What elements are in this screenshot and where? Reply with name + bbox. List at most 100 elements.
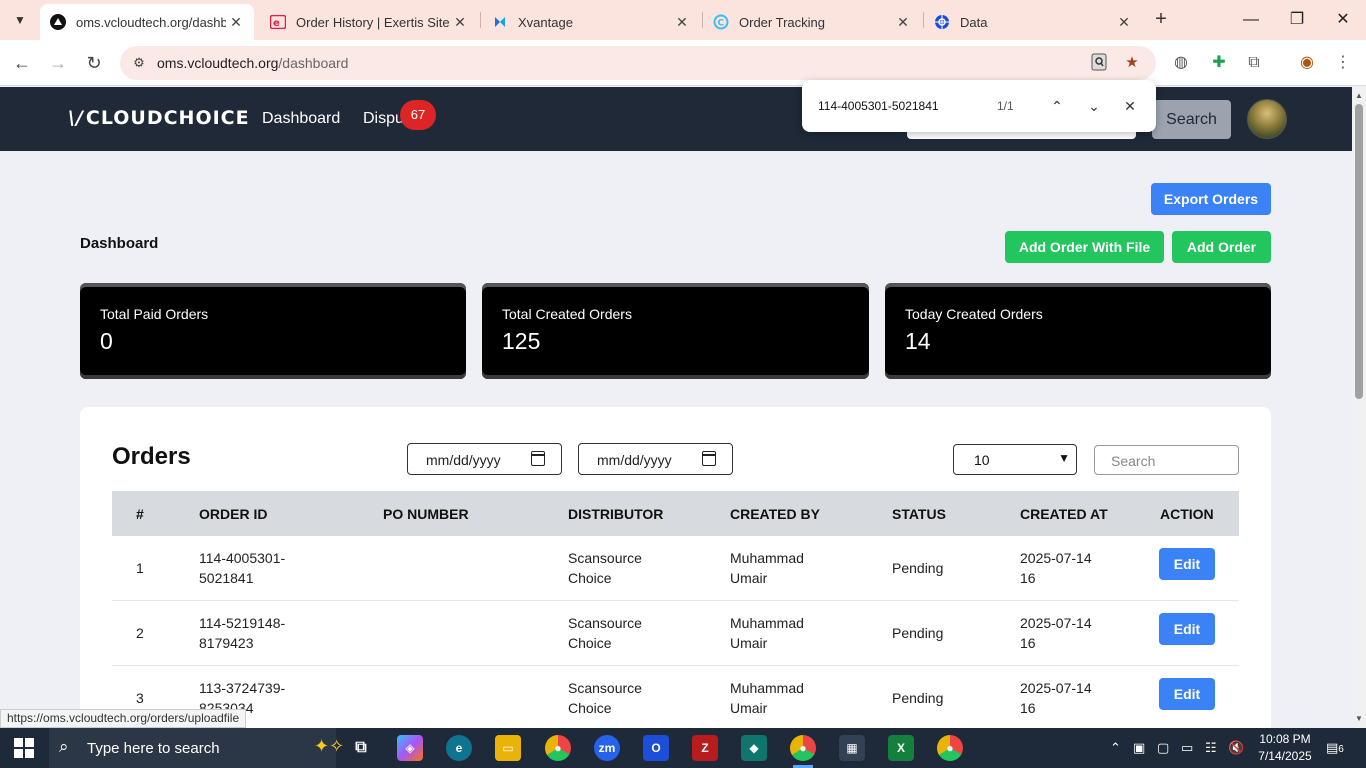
windows-start-icon[interactable] (14, 738, 34, 758)
close-icon[interactable]: ✕ (1114, 14, 1134, 31)
column-header[interactable]: PO NUMBER (383, 506, 469, 522)
browser-menu-icon[interactable]: ⋮ (1332, 52, 1354, 74)
find-in-page-icon[interactable] (1089, 53, 1109, 73)
chrome-second-icon[interactable]: ● (937, 735, 963, 761)
extension-puzzle-green-icon[interactable]: ✚ (1208, 52, 1230, 74)
chrome-icon[interactable]: ● (545, 735, 571, 761)
find-match-count: 1/1 (997, 99, 1014, 113)
disputes-count-badge: 67 (400, 100, 436, 130)
nav-dashboard[interactable]: Dashboard (262, 110, 340, 128)
task-view-icon[interactable]: ⧉ (348, 735, 374, 761)
bookmark-star-icon[interactable]: ★ (1122, 53, 1142, 73)
volume-muted-icon[interactable]: 🔇 (1228, 740, 1244, 756)
created-at: 2025-07-14 16 (1020, 550, 1092, 586)
column-header[interactable]: DISTRIBUTOR (568, 506, 663, 522)
column-header[interactable]: ORDER ID (199, 506, 267, 522)
stat-card-total-created: Total Created Orders 125 (482, 283, 869, 379)
add-order-button[interactable]: Add Order (1172, 231, 1271, 263)
battery-icon[interactable]: ▭ (1181, 740, 1193, 756)
close-icon[interactable]: ✕ (226, 14, 246, 31)
outlook-icon[interactable]: O (643, 735, 669, 761)
column-header[interactable]: CREATED AT (1020, 506, 1108, 522)
row-number: 1 (136, 560, 144, 576)
tab-oms-dashboard[interactable]: oms.vcloudtech.org/dashboa ✕ (40, 4, 254, 40)
tab-order-history[interactable]: e Order History | Exertis Site ✕ (260, 4, 478, 40)
tab-search-icon[interactable]: ▼ (8, 8, 32, 32)
app-diamond-icon[interactable]: ◆ (741, 735, 767, 761)
site-settings-icon[interactable]: ⚙ (130, 54, 148, 72)
translate-icon[interactable]: ◍ (1170, 52, 1192, 74)
export-orders-button[interactable]: Export Orders (1151, 183, 1271, 215)
back-arrow-icon[interactable]: ← (10, 51, 34, 75)
close-icon[interactable]: ✕ (450, 14, 470, 31)
notification-count: 6 (1338, 744, 1344, 755)
reload-icon[interactable]: ↻ (82, 51, 106, 75)
browser-tab-bar: ▼ oms.vcloudtech.org/dashboa ✕ e Order H… (0, 0, 1366, 40)
browser-toolbar: ← → ↻ ⚙ oms.vcloudtech.org/dashboard ★ ◍… (0, 40, 1366, 86)
filezilla-icon[interactable]: Z (692, 735, 718, 761)
address-bar[interactable]: ⚙ oms.vcloudtech.org/dashboard ★ (120, 46, 1156, 80)
date-to-input[interactable]: mm/dd/yyyy (578, 443, 733, 475)
display-icon[interactable]: ▢ (1157, 740, 1169, 756)
edit-button[interactable]: Edit (1159, 678, 1215, 710)
calendar-icon[interactable] (531, 451, 545, 466)
meet-icon[interactable]: ▣ (1133, 740, 1145, 756)
user-avatar[interactable] (1247, 99, 1287, 139)
edge-icon[interactable]: e (446, 735, 472, 761)
date-from-input[interactable]: mm/dd/yyyy (407, 443, 562, 475)
svg-text:C: C (718, 19, 725, 29)
find-previous-chevron-up-icon[interactable]: ⌃ (1045, 94, 1069, 118)
notifications-icon[interactable]: ▤6 (1326, 740, 1344, 756)
extensions-icon[interactable]: ⧉ (1243, 52, 1265, 74)
forward-arrow-icon[interactable]: → (46, 51, 70, 75)
tab-xvantage[interactable]: Xvantage ✕ (482, 4, 700, 40)
distributor: Scansource Choice (568, 615, 642, 651)
excel-icon[interactable]: X (888, 735, 914, 761)
close-icon[interactable]: ✕ (672, 14, 692, 31)
triangle-icon (50, 14, 66, 30)
url-text[interactable]: oms.vcloudtech.org/dashboard (157, 55, 348, 71)
tab-data[interactable]: Data ✕ (924, 4, 1142, 40)
edit-button[interactable]: Edit (1159, 548, 1215, 580)
show-hidden-icons-chevron-up-icon[interactable]: ⌃ (1110, 740, 1121, 756)
file-explorer-icon[interactable]: ▭ (495, 735, 521, 761)
page-size-select[interactable]: 10 ▼ (953, 444, 1077, 475)
copilot-icon[interactable]: ◈ (397, 735, 423, 761)
chrome-profile-icon[interactable]: ● (790, 735, 816, 761)
network-icon[interactable]: ☷ (1205, 740, 1217, 756)
restore-icon[interactable]: ❐ (1274, 6, 1320, 34)
taskbar-clock[interactable]: 10:08 PM 7/14/2025 (1252, 731, 1318, 765)
calculator-icon[interactable]: ▦ (839, 735, 865, 761)
window-close-icon[interactable]: ✕ (1320, 6, 1366, 34)
minimize-icon[interactable]: — (1228, 6, 1274, 34)
stat-value: 0 (100, 328, 113, 354)
profile-icon[interactable]: ◉ (1296, 52, 1318, 74)
find-input[interactable]: 114-4005301-5021841 (818, 99, 939, 113)
table-header: # ORDER ID PO NUMBER DISTRIBUTOR CREATED… (112, 491, 1239, 536)
scroll-up-arrow-icon[interactable]: ▲ (1352, 89, 1366, 103)
exertis-icon: e (270, 14, 286, 30)
page-title: Dashboard (80, 235, 159, 252)
tab-title: Order Tracking (739, 14, 825, 30)
close-icon[interactable]: ✕ (893, 14, 913, 31)
column-header[interactable]: CREATED BY (730, 506, 820, 522)
created-by: Muhammad Umair (730, 680, 804, 716)
orders-search-input[interactable]: Search (1094, 445, 1239, 475)
nav-disputes[interactable]: Dispu (363, 110, 404, 128)
column-header[interactable]: STATUS (892, 506, 946, 522)
scrollbar-thumb[interactable] (1355, 104, 1363, 399)
add-order-with-file-button[interactable]: Add Order With File (1005, 231, 1164, 263)
tab-order-tracking[interactable]: C Order Tracking ✕ (703, 4, 921, 40)
tab-separator (480, 12, 481, 28)
zoom-icon[interactable]: zm (594, 735, 620, 761)
find-close-icon[interactable]: ✕ (1118, 94, 1142, 118)
new-tab-plus-icon[interactable]: + (1150, 8, 1172, 30)
edit-button[interactable]: Edit (1159, 613, 1215, 645)
taskbar-search-box[interactable]: ⌕ Type here to search ✦✧ (49, 728, 344, 768)
chevron-down-icon: ▼ (1058, 451, 1070, 465)
cloudchoice-logo[interactable]: \/CLOUDCHOICE (68, 107, 250, 129)
header-search-button[interactable]: Search (1152, 100, 1231, 139)
find-next-chevron-down-icon[interactable]: ⌄ (1082, 94, 1106, 118)
scroll-down-arrow-icon[interactable]: ▼ (1352, 712, 1366, 726)
calendar-icon[interactable] (702, 451, 716, 466)
